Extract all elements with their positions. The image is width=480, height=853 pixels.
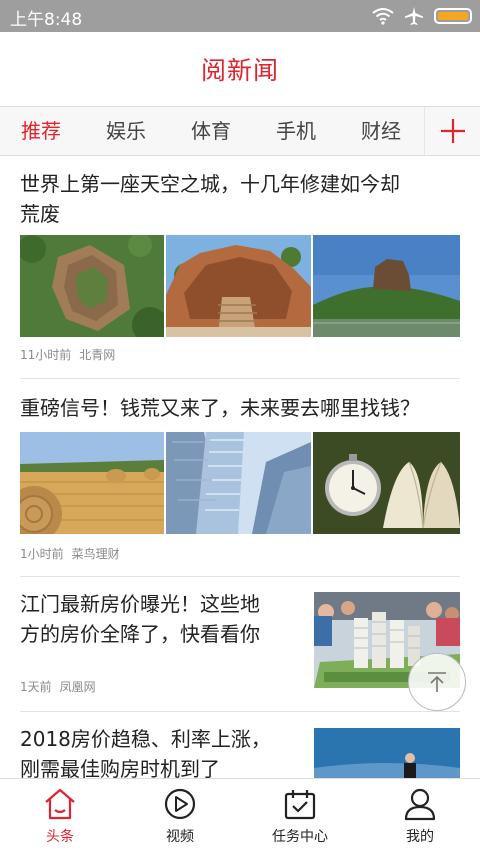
user-icon — [404, 788, 436, 821]
battery-level — [438, 12, 468, 20]
app-header: 阅新闻 — [0, 32, 480, 106]
article-source: 菜鸟理财 — [71, 547, 120, 561]
article-meta: 11小时前 北青网 — [20, 346, 115, 363]
app-title: 阅新闻 — [200, 56, 279, 85]
nav-label: 头条 — [46, 829, 74, 845]
tab-finance[interactable]: 财经 — [361, 107, 401, 155]
nav-item-task-center[interactable]: 任务中心 — [240, 779, 360, 853]
article-title: 江门最新房价曝光！这些地 方的房价全降了，快看看你 — [20, 589, 260, 649]
airplane-icon — [405, 7, 423, 25]
calendar-check-icon — [284, 790, 316, 820]
article-image-glass-skyscrapers[interactable] — [166, 432, 311, 534]
article-card[interactable]: 江门最新房价曝光！这些地 方的房价全降了，快看看你 1天前 凤凰网 — [0, 577, 480, 712]
add-category-button[interactable] — [424, 107, 480, 155]
back-to-top-button[interactable] — [408, 653, 466, 711]
article-title-line: 方的房价全降了，快看看你 — [20, 622, 260, 646]
article-card[interactable]: 世界上第一座天空之城，十几年修建如今却 荒废 11小时前 北青网 — [0, 156, 480, 379]
article-image-aerial-rock-fortress[interactable] — [20, 235, 164, 337]
nav-label: 任务中心 — [272, 829, 328, 845]
arrow-up-icon — [428, 672, 446, 692]
nav-label: 我的 — [406, 829, 434, 845]
article-image-rock-ruins-stairs[interactable] — [166, 235, 311, 337]
nav-item-headlines[interactable]: 头条 — [0, 779, 120, 853]
article-meta: 1天前 凤凰网 — [20, 678, 96, 695]
tab-mobile[interactable]: 手机 — [276, 107, 316, 155]
tab-recommend[interactable]: 推荐 — [21, 107, 61, 155]
article-time: 11小时前 — [20, 348, 72, 362]
article-card[interactable]: 2018房价趋稳、利率上涨， 刚需最佳购房时机到了 — [0, 712, 480, 778]
status-time: 上午8:48 — [10, 10, 83, 30]
nav-label: 视频 — [166, 829, 194, 845]
article-time: 1小时前 — [20, 547, 64, 561]
article-title: 2018房价趋稳、利率上涨， 刚需最佳购房时机到了 — [20, 724, 271, 778]
play-icon — [164, 788, 196, 820]
article-time: 1天前 — [20, 680, 52, 694]
status-icons — [372, 6, 472, 26]
article-card[interactable]: 重磅信号！钱荒又来了，未来要去哪里找钱？ 1小时前 菜鸟理财 — [0, 379, 480, 577]
category-tab-bar: 推荐 娱乐 体育 手机 财经 — [0, 106, 480, 156]
article-meta: 1小时前 菜鸟理财 — [20, 545, 120, 562]
article-title-line: 2018房价趋稳、利率上涨， — [20, 727, 271, 751]
article-image-rock-mountain-lake[interactable] — [313, 235, 460, 337]
status-bar: 上午8:48 — [0, 0, 480, 32]
article-title: 重磅信号！钱荒又来了，未来要去哪里找钱？ — [20, 393, 420, 423]
article-title-line: 荒废 — [20, 202, 60, 226]
article-title: 世界上第一座天空之城，十几年修建如今却 荒废 — [20, 169, 400, 229]
article-image-businessman-sky[interactable] — [314, 728, 460, 778]
wifi-icon — [372, 8, 394, 25]
nav-item-me[interactable]: 我的 — [360, 779, 480, 853]
plus-icon — [440, 119, 465, 143]
tab-entertainment[interactable]: 娱乐 — [106, 107, 146, 155]
article-source: 凤凰网 — [59, 680, 96, 694]
article-source: 北青网 — [79, 348, 116, 362]
article-image-pocket-watch-book[interactable] — [313, 432, 460, 534]
tab-sports[interactable]: 体育 — [191, 107, 231, 155]
article-title-line: 江门最新房价曝光！这些地 — [20, 592, 260, 616]
article-image-hay-bales-field[interactable] — [20, 432, 164, 534]
article-title-line: 世界上第一座天空之城，十几年修建如今却 — [20, 172, 400, 196]
article-title-line: 重磅信号！钱荒又来了，未来要去哪里找钱？ — [20, 396, 420, 420]
home-icon — [45, 788, 75, 820]
article-title-line: 刚需最佳购房时机到了 — [20, 757, 220, 778]
battery-icon — [434, 8, 472, 24]
nav-item-video[interactable]: 视频 — [120, 779, 240, 853]
bottom-nav: 头条 视频 任务中心 我的 — [0, 778, 480, 853]
